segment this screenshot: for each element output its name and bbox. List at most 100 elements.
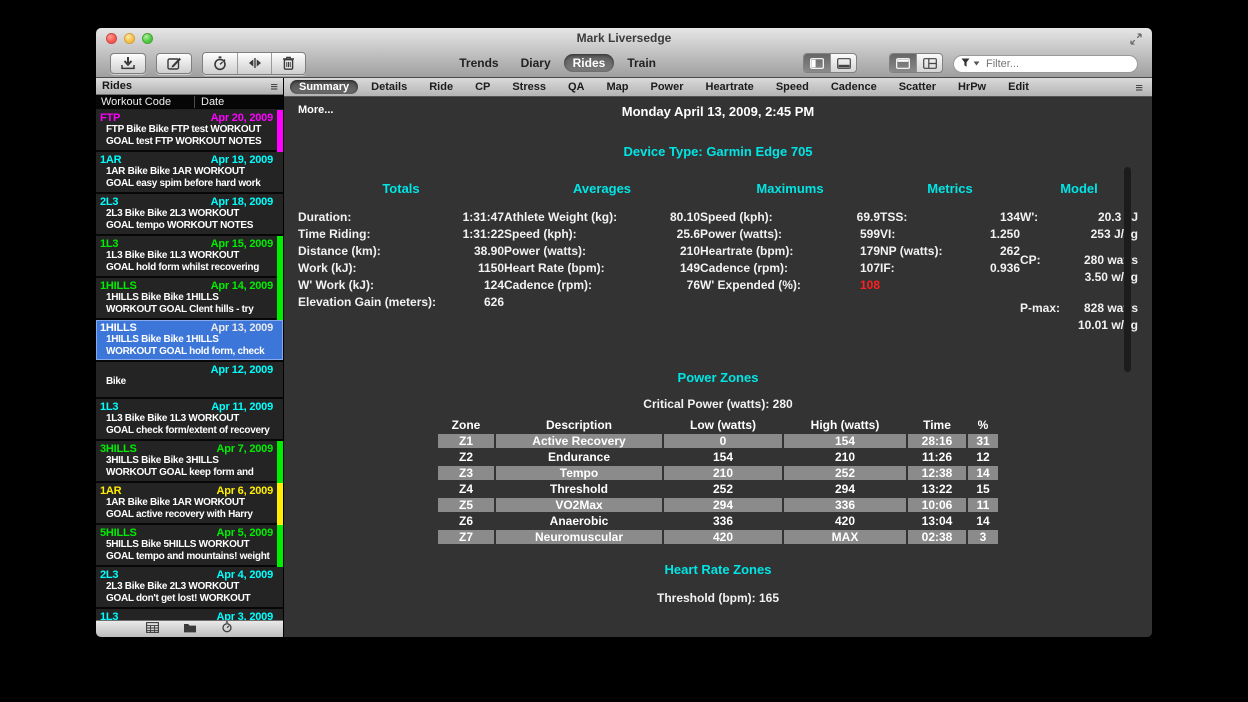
ride-row[interactable]: 2L3Apr 4, 20092L3 Bike Bike 2L3 WORKOUTG…: [96, 567, 283, 609]
zone-cell: Z2: [438, 450, 494, 464]
summary-row: Distance (km):38.90: [298, 243, 504, 260]
fullscreen-icon[interactable]: [1130, 32, 1142, 50]
main-tab-summary[interactable]: Summary: [290, 80, 358, 94]
summary-row: Speed (kph):69.9: [700, 209, 880, 226]
ride-row-line1: Apr 12, 2009: [100, 363, 273, 376]
scrollbar-thumb[interactable]: [1124, 167, 1131, 372]
ride-date: Apr 5, 2009: [216, 527, 273, 539]
ride-row[interactable]: 1ARApr 6, 20091AR Bike Bike 1AR WORKOUTG…: [96, 483, 283, 525]
split-activity-button[interactable]: [237, 53, 271, 74]
summary-rows: TSS:134VI:1.250NP (watts):262IF:0.936: [880, 209, 1020, 277]
zone-header: Low (watts): [664, 417, 782, 432]
toggle-bottombar-button[interactable]: [830, 54, 856, 72]
main-tab-stress[interactable]: Stress: [503, 80, 555, 94]
summary-row: Speed (kph):25.6: [504, 226, 700, 243]
ride-row[interactable]: 1ARApr 19, 20091AR Bike Bike 1AR WORKOUT…: [96, 152, 283, 194]
ride-date: Apr 11, 2009: [211, 401, 273, 413]
zone-cell: 154: [664, 450, 782, 464]
titlebar[interactable]: Mark Liversedge: [96, 28, 1152, 48]
single-view-button[interactable]: [890, 54, 916, 72]
zone-cell: 28:16: [908, 434, 966, 448]
zone-row: Z6Anaerobic33642013:0414: [438, 514, 998, 528]
ride-row[interactable]: 1L3Apr 15, 20091L3 Bike Bike 1L3 WORKOUT…: [96, 236, 283, 278]
toolbar-tab-train[interactable]: Train: [618, 54, 665, 72]
summary-value: 210: [680, 243, 700, 260]
sidebar-menu-icon[interactable]: ≡: [265, 80, 283, 93]
main-tab-qa[interactable]: QA: [559, 80, 594, 94]
summary-label: Cadence (rpm):: [504, 277, 592, 294]
summary-value: 626: [484, 294, 504, 311]
toolbar-tab-trends[interactable]: Trends: [450, 54, 507, 72]
zone-row: Z2Endurance15421011:2612: [438, 450, 998, 464]
summary-section-title: Totals: [298, 181, 504, 196]
tabbar-menu-icon[interactable]: ≡: [1130, 81, 1148, 94]
main-tab-ride[interactable]: Ride: [420, 80, 462, 94]
hr-threshold: Threshold (bpm): 165: [284, 591, 1152, 605]
ride-description: GOAL tempo WORKOUT NOTES: [100, 220, 273, 232]
tiled-view-button[interactable]: [916, 54, 942, 72]
panel-toggle-group: [803, 53, 857, 73]
stopwatch-button[interactable]: [203, 53, 237, 74]
sidebar-header: Rides ≡: [96, 78, 283, 95]
ride-row[interactable]: 1HILLSApr 14, 20091HILLS Bike Bike 1HILL…: [96, 278, 283, 320]
column-header-date[interactable]: Date: [195, 96, 283, 108]
toolbar-tab-diary[interactable]: Diary: [512, 54, 560, 72]
zones-header-row: ZoneDescriptionLow (watts)High (watts)Ti…: [438, 417, 998, 432]
main-panel: Summary Details Ride CP Stress QAMap Power Hear…: [284, 78, 1152, 637]
download-activity-button[interactable]: [110, 53, 146, 74]
ride-date: Apr 12, 2009: [211, 364, 273, 376]
ride-row[interactable]: Apr 12, 2009Bike: [96, 362, 283, 399]
ride-row[interactable]: 3HILLSApr 7, 20093HILLS Bike Bike 3HILLS…: [96, 441, 283, 483]
toggle-sidebar-button[interactable]: [804, 54, 830, 72]
main-tab-scatter[interactable]: Scatter: [890, 80, 945, 94]
zone-cell: 420: [664, 530, 782, 544]
main-tab-hrpw[interactable]: HrPw: [949, 80, 995, 94]
ride-code: 5HILLS: [100, 527, 137, 539]
main-tab-edit[interactable]: Edit: [999, 80, 1038, 94]
summary-columns: TotalsDuration:1:31:47Time Riding:1:31:2…: [284, 181, 1152, 334]
zone-cell: 420: [784, 514, 906, 528]
filter-input[interactable]: [953, 55, 1138, 73]
toolbar-tab-rides[interactable]: Rides: [564, 54, 615, 72]
main-tab-power[interactable]: Power: [641, 80, 692, 94]
filter-funnel-icon[interactable]: [961, 58, 980, 68]
main-tab-map[interactable]: Map: [597, 80, 637, 94]
summary-row: TSS:134: [880, 209, 1020, 226]
ride-row[interactable]: 1L3Apr 3, 2009: [96, 609, 283, 620]
main-tab-cadence[interactable]: Cadence: [822, 80, 886, 94]
column-header-workout-code[interactable]: Workout Code: [96, 96, 195, 108]
zone-cell: 210: [784, 450, 906, 464]
main-tab-speed[interactable]: Speed: [767, 80, 818, 94]
ride-row[interactable]: 5HILLSApr 5, 20095HILLS Bike 5HILLS WORK…: [96, 525, 283, 567]
ride-description: 1L3 Bike Bike 1L3 WORKOUT: [100, 413, 273, 425]
summary-value: 134: [1000, 209, 1020, 226]
zone-row: Z1Active Recovery015428:1631: [438, 434, 998, 448]
ride-row[interactable]: 1L3Apr 11, 20091L3 Bike Bike 1L3 WORKOUT…: [96, 399, 283, 441]
ride-code: 1L3: [100, 611, 118, 621]
summary-row: Cadence (rpm):107: [700, 260, 880, 277]
window-chrome: Mark Liversedge: [96, 28, 1152, 78]
ride-row-line1: 1L3Apr 3, 2009: [100, 610, 273, 620]
ride-row[interactable]: 2L3Apr 18, 20092L3 Bike Bike 2L3 WORKOUT…: [96, 194, 283, 236]
ride-row-line1: 1L3Apr 15, 2009: [100, 237, 273, 250]
folder-icon[interactable]: [183, 620, 197, 637]
zone-cell: 14: [968, 466, 998, 480]
ride-row[interactable]: 1HILLSApr 13, 20091HILLS Bike Bike 1HILL…: [96, 320, 283, 362]
zone-header: Description: [496, 417, 662, 432]
calendar-grid-icon[interactable]: [146, 620, 159, 637]
summary-value: 1:31:47: [463, 209, 504, 226]
main-tab-details[interactable]: Details: [362, 80, 416, 94]
zone-cell: 12: [968, 450, 998, 464]
summary-label: W' Work (kJ):: [298, 277, 374, 294]
ride-description: GOAL easy spim before hard work: [100, 178, 273, 190]
zone-cell: 14: [968, 514, 998, 528]
ride-row-line1: 1ARApr 19, 2009: [100, 153, 273, 166]
layout-toggle-group: [889, 53, 943, 73]
ride-row[interactable]: FTPApr 20, 2009FTP Bike Bike FTP test WO…: [96, 110, 283, 152]
main-tab-heartrate[interactable]: Heartrate: [697, 80, 763, 94]
main-tab-cp[interactable]: CP: [466, 80, 499, 94]
delete-activity-button[interactable]: [271, 53, 305, 74]
stopwatch-icon[interactable]: [221, 620, 233, 637]
manual-entry-button[interactable]: [156, 53, 192, 74]
ride-description: GOAL check form/extent of recovery: [100, 425, 273, 437]
